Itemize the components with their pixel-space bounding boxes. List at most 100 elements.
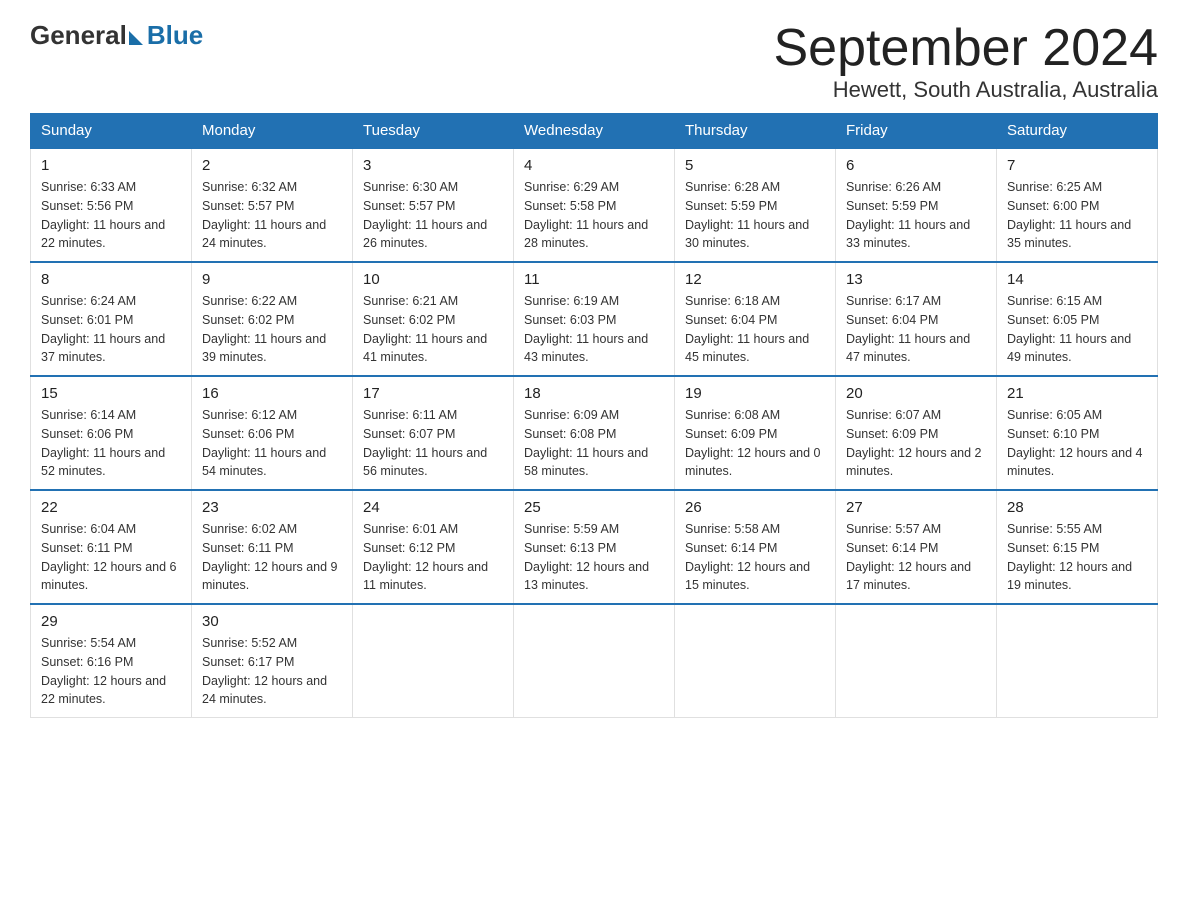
day-info: Sunrise: 6:18 AMSunset: 6:04 PMDaylight:… <box>685 292 825 367</box>
col-thursday: Thursday <box>675 114 836 149</box>
day-number: 2 <box>202 157 342 174</box>
table-row: 6 Sunrise: 6:26 AMSunset: 5:59 PMDaylight… <box>836 148 997 262</box>
day-number: 16 <box>202 385 342 402</box>
day-info: Sunrise: 6:28 AMSunset: 5:59 PMDaylight:… <box>685 178 825 253</box>
logo-general-text: General <box>30 20 127 51</box>
day-info: Sunrise: 6:02 AMSunset: 6:11 PMDaylight:… <box>202 520 342 595</box>
day-info: Sunrise: 6:12 AMSunset: 6:06 PMDaylight:… <box>202 406 342 481</box>
day-number: 18 <box>524 385 664 402</box>
table-row: 4Sunrise: 6:29 AMSunset: 5:58 PMDaylight… <box>514 148 675 262</box>
table-row: 27Sunrise: 5:57 AMSunset: 6:14 PMDayligh… <box>836 490 997 604</box>
page-header: General Blue September 2024 Hewett, Sout… <box>30 20 1158 103</box>
day-number: 15 <box>41 385 181 402</box>
day-info: Sunrise: 6:17 AMSunset: 6:04 PMDaylight:… <box>846 292 986 367</box>
table-row: 15 Sunrise: 6:14 AMSunset: 6:06 PMDayligh… <box>31 376 192 490</box>
day-number: 13 <box>846 271 986 288</box>
day-number: 29 <box>41 613 181 630</box>
day-number: 26 <box>685 499 825 516</box>
col-friday: Friday <box>836 114 997 149</box>
table-row: 19Sunrise: 6:08 AMSunset: 6:09 PMDayligh… <box>675 376 836 490</box>
table-row: 7 Sunrise: 6:25 AMSunset: 6:00 PMDaylight… <box>997 148 1158 262</box>
calendar-table: Sunday Monday Tuesday Wednesday Thursday… <box>30 113 1158 718</box>
day-info: Sunrise: 5:54 AMSunset: 6:16 PMDaylight:… <box>41 634 181 709</box>
day-info: Sunrise: 6:32 AMSunset: 5:57 PMDaylight:… <box>202 178 342 253</box>
day-info: Sunrise: 6:25 AMSunset: 6:00 PMDaylight:… <box>1007 178 1147 253</box>
table-row: 9Sunrise: 6:22 AMSunset: 6:02 PMDaylight… <box>192 262 353 376</box>
table-row <box>997 604 1158 718</box>
day-number: 7 <box>1007 157 1147 174</box>
day-info: Sunrise: 6:14 AMSunset: 6:06 PMDaylight:… <box>41 406 181 481</box>
col-saturday: Saturday <box>997 114 1158 149</box>
table-row: 10Sunrise: 6:21 AMSunset: 6:02 PMDayligh… <box>353 262 514 376</box>
day-number: 4 <box>524 157 664 174</box>
table-row: 28 Sunrise: 5:55 AMSunset: 6:15 PMDayligh… <box>997 490 1158 604</box>
table-row: 11Sunrise: 6:19 AMSunset: 6:03 PMDayligh… <box>514 262 675 376</box>
day-info: Sunrise: 6:15 AMSunset: 6:05 PMDaylight:… <box>1007 292 1147 367</box>
month-title: September 2024 <box>774 20 1159 77</box>
col-wednesday: Wednesday <box>514 114 675 149</box>
calendar-week-4: 22 Sunrise: 6:04 AMSunset: 6:11 PMDayligh… <box>31 490 1158 604</box>
logo-triangle-icon <box>129 31 143 45</box>
day-number: 17 <box>363 385 503 402</box>
col-tuesday: Tuesday <box>353 114 514 149</box>
calendar-week-3: 15 Sunrise: 6:14 AMSunset: 6:06 PMDayligh… <box>31 376 1158 490</box>
day-info: Sunrise: 5:55 AMSunset: 6:15 PMDaylight:… <box>1007 520 1147 595</box>
table-row: 8 Sunrise: 6:24 AMSunset: 6:01 PMDaylight… <box>31 262 192 376</box>
day-info: Sunrise: 6:08 AMSunset: 6:09 PMDaylight:… <box>685 406 825 481</box>
day-info: Sunrise: 6:04 AMSunset: 6:11 PMDaylight:… <box>41 520 181 595</box>
day-number: 25 <box>524 499 664 516</box>
day-number: 22 <box>41 499 181 516</box>
table-row: 12Sunrise: 6:18 AMSunset: 6:04 PMDayligh… <box>675 262 836 376</box>
day-number: 3 <box>363 157 503 174</box>
table-row: 24 Sunrise: 6:01 AMSunset: 6:12 PMDayligh… <box>353 490 514 604</box>
day-info: Sunrise: 5:52 AMSunset: 6:17 PMDaylight:… <box>202 634 342 709</box>
day-info: Sunrise: 6:07 AMSunset: 6:09 PMDaylight:… <box>846 406 986 481</box>
table-row: 20 Sunrise: 6:07 AMSunset: 6:09 PMDayligh… <box>836 376 997 490</box>
table-row: 16 Sunrise: 6:12 AMSunset: 6:06 PMDayligh… <box>192 376 353 490</box>
day-number: 23 <box>202 499 342 516</box>
title-section: September 2024 Hewett, South Australia, … <box>774 20 1159 103</box>
day-number: 24 <box>363 499 503 516</box>
table-row: 1 Sunrise: 6:33 AMSunset: 5:56 PMDaylight… <box>31 148 192 262</box>
day-info: Sunrise: 6:22 AMSunset: 6:02 PMDaylight:… <box>202 292 342 367</box>
table-row: 18 Sunrise: 6:09 AMSunset: 6:08 PMDayligh… <box>514 376 675 490</box>
day-info: Sunrise: 6:05 AMSunset: 6:10 PMDaylight:… <box>1007 406 1147 481</box>
table-row <box>836 604 997 718</box>
table-row: 13 Sunrise: 6:17 AMSunset: 6:04 PMDayligh… <box>836 262 997 376</box>
day-number: 30 <box>202 613 342 630</box>
day-number: 10 <box>363 271 503 288</box>
table-row: 17Sunrise: 6:11 AMSunset: 6:07 PMDayligh… <box>353 376 514 490</box>
table-row: 30 Sunrise: 5:52 AMSunset: 6:17 PMDayligh… <box>192 604 353 718</box>
table-row: 5Sunrise: 6:28 AMSunset: 5:59 PMDaylight… <box>675 148 836 262</box>
day-info: Sunrise: 6:24 AMSunset: 6:01 PMDaylight:… <box>41 292 181 367</box>
table-row <box>675 604 836 718</box>
day-info: Sunrise: 6:26 AMSunset: 5:59 PMDaylight:… <box>846 178 986 253</box>
day-info: Sunrise: 6:30 AMSunset: 5:57 PMDaylight:… <box>363 178 503 253</box>
table-row: 21Sunrise: 6:05 AMSunset: 6:10 PMDayligh… <box>997 376 1158 490</box>
table-row: 29 Sunrise: 5:54 AMSunset: 6:16 PMDayligh… <box>31 604 192 718</box>
day-number: 20 <box>846 385 986 402</box>
logo: General Blue <box>30 20 203 51</box>
table-row <box>353 604 514 718</box>
day-number: 27 <box>846 499 986 516</box>
table-row: 22 Sunrise: 6:04 AMSunset: 6:11 PMDayligh… <box>31 490 192 604</box>
table-row: 23 Sunrise: 6:02 AMSunset: 6:11 PMDayligh… <box>192 490 353 604</box>
col-monday: Monday <box>192 114 353 149</box>
calendar-header-row: Sunday Monday Tuesday Wednesday Thursday… <box>31 114 1158 149</box>
col-sunday: Sunday <box>31 114 192 149</box>
day-info: Sunrise: 5:58 AMSunset: 6:14 PMDaylight:… <box>685 520 825 595</box>
day-number: 11 <box>524 271 664 288</box>
table-row: 2 Sunrise: 6:32 AMSunset: 5:57 PMDaylight… <box>192 148 353 262</box>
day-number: 1 <box>41 157 181 174</box>
day-info: Sunrise: 5:59 AMSunset: 6:13 PMDaylight:… <box>524 520 664 595</box>
day-info: Sunrise: 6:33 AMSunset: 5:56 PMDaylight:… <box>41 178 181 253</box>
day-number: 8 <box>41 271 181 288</box>
day-info: Sunrise: 6:01 AMSunset: 6:12 PMDaylight:… <box>363 520 503 595</box>
day-info: Sunrise: 6:09 AMSunset: 6:08 PMDaylight:… <box>524 406 664 481</box>
day-number: 28 <box>1007 499 1147 516</box>
table-row: 25 Sunrise: 5:59 AMSunset: 6:13 PMDayligh… <box>514 490 675 604</box>
day-number: 6 <box>846 157 986 174</box>
day-number: 14 <box>1007 271 1147 288</box>
table-row: 26 Sunrise: 5:58 AMSunset: 6:14 PMDayligh… <box>675 490 836 604</box>
calendar-week-2: 8 Sunrise: 6:24 AMSunset: 6:01 PMDaylight… <box>31 262 1158 376</box>
